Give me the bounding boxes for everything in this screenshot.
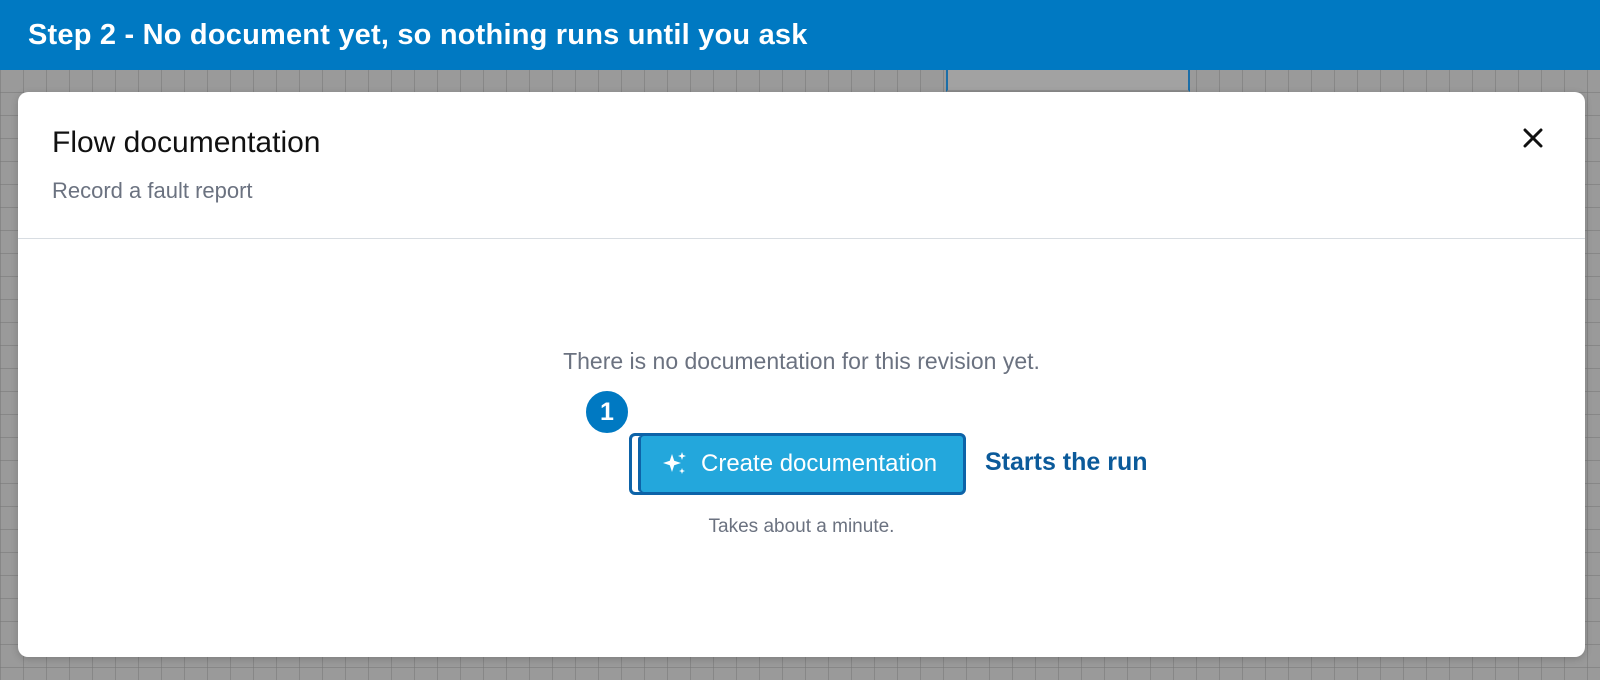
callout-label: Starts the run — [985, 448, 1148, 476]
close-button[interactable] — [1515, 120, 1551, 156]
create-documentation-button[interactable]: Create documentation — [629, 433, 966, 495]
step-badge: 1 — [584, 389, 630, 435]
dialog-title: Flow documentation — [52, 126, 321, 159]
hint-text: Takes about a minute. — [708, 516, 895, 537]
dialog-header: Flow documentation Record a fault report — [18, 92, 1585, 239]
create-button-label: Create documentation — [701, 450, 938, 477]
documentation-dialog: Flow documentation Record a fault report… — [18, 92, 1585, 657]
empty-state-message: There is no documentation for this revis… — [563, 348, 1040, 374]
step-banner: Step 2 - No document yet, so nothing run… — [0, 0, 1600, 70]
sparkle-icon — [663, 452, 686, 474]
dialog-subtitle: Record a fault report — [52, 178, 253, 203]
close-icon — [1523, 128, 1543, 148]
